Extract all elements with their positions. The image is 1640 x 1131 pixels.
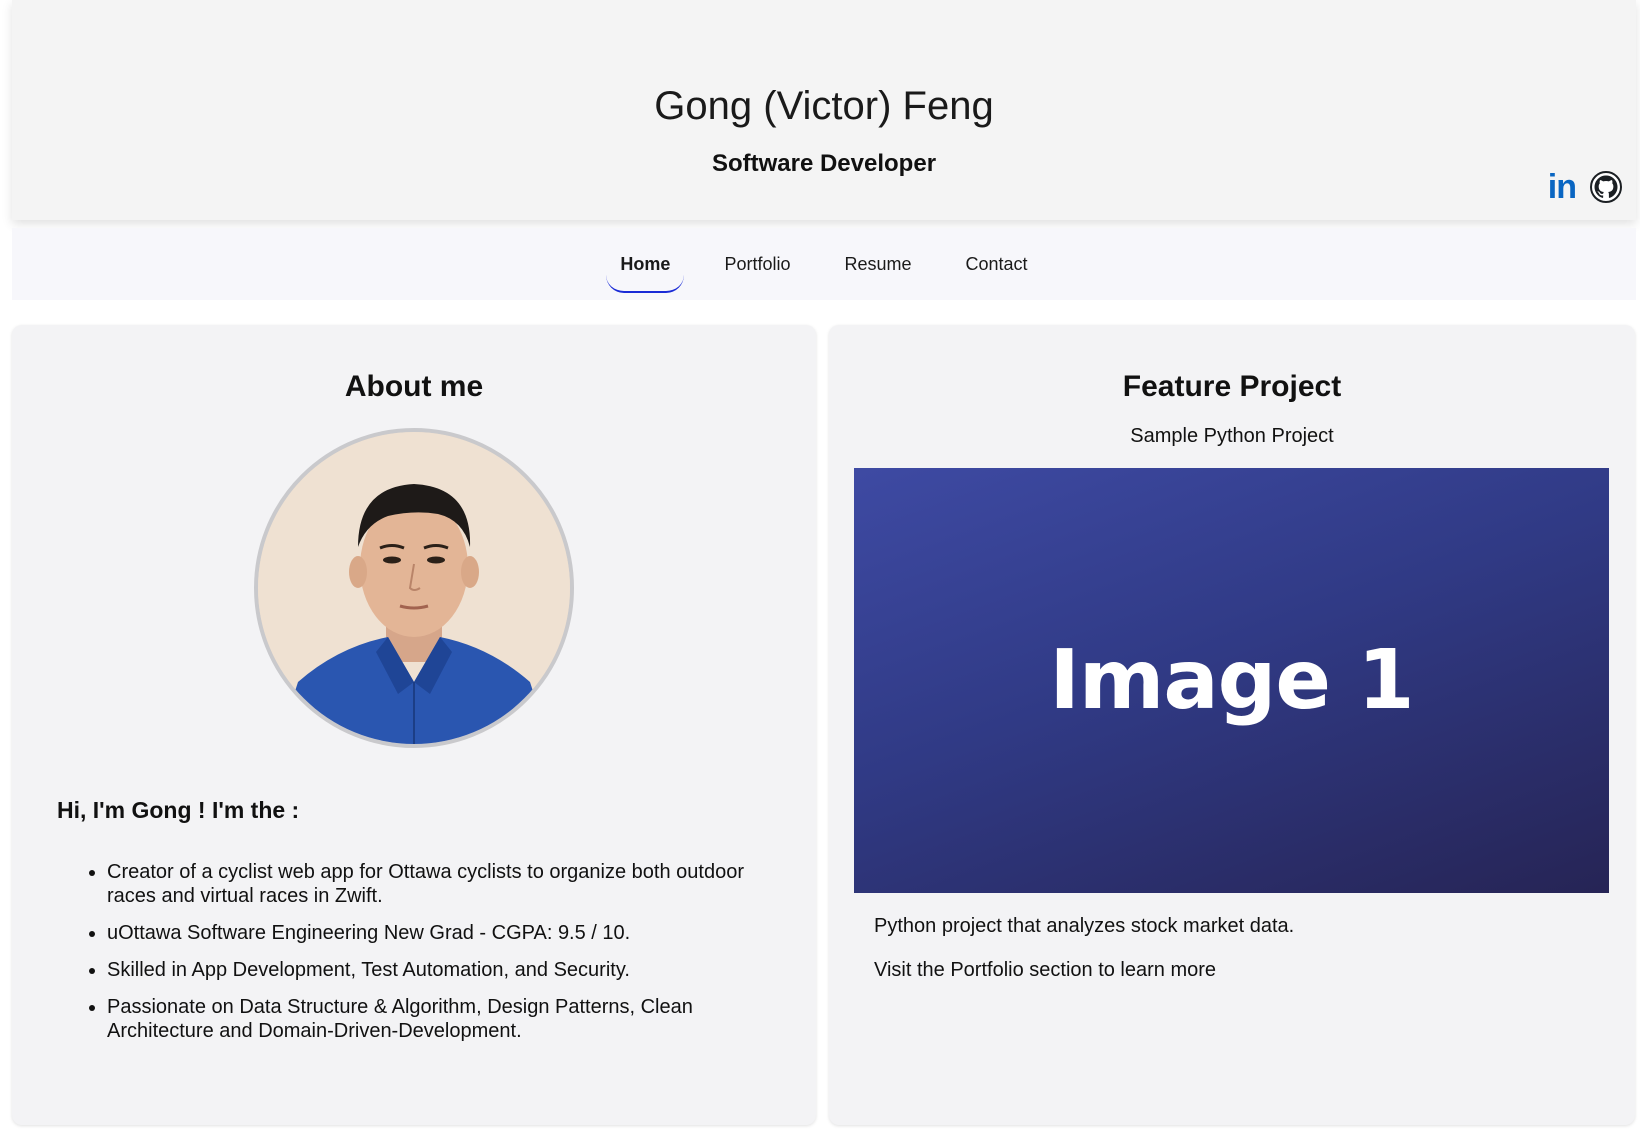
tab-portfolio[interactable]: Portfolio xyxy=(708,244,806,285)
site-owner-name: Gong (Victor) Feng xyxy=(654,84,994,128)
profile-photo xyxy=(258,432,570,744)
project-image[interactable]: Image 1 xyxy=(854,468,1609,893)
greeting-text: Hi, I'm Gong ! I'm the : xyxy=(57,797,300,823)
list-item: Skilled in App Development, Test Automat… xyxy=(107,958,777,982)
linkedin-icon[interactable]: in xyxy=(1548,170,1577,204)
feature-project-card: Feature Project Sample Python Project Im… xyxy=(829,325,1635,1125)
portfolio-hint: Visit the Portfolio section to learn mor… xyxy=(874,959,1217,981)
project-description: Python project that analyzes stock marke… xyxy=(874,915,1295,937)
tab-home[interactable]: Home xyxy=(604,244,686,293)
avatar xyxy=(254,428,574,748)
list-item: Passionate on Data Structure & Algorithm… xyxy=(107,995,777,1043)
feature-subtitle: Sample Python Project xyxy=(1130,425,1334,447)
site-header: Gong (Victor) Feng Software Developer in xyxy=(12,0,1636,220)
tab-resume[interactable]: Resume xyxy=(828,244,927,285)
social-links: in xyxy=(1548,170,1622,204)
about-title: About me xyxy=(344,370,484,403)
list-item: Creator of a cyclist web app for Ottawa … xyxy=(107,860,777,908)
project-image-label: Image 1 xyxy=(1049,633,1414,728)
github-icon[interactable] xyxy=(1590,171,1622,203)
list-item: uOttawa Software Engineering New Grad - … xyxy=(107,921,777,945)
about-bullet-list: Creator of a cyclist web app for Ottawa … xyxy=(57,860,777,1056)
tab-contact[interactable]: Contact xyxy=(950,244,1044,285)
about-card: About me Hi, I'm Gong ! I'm the: • Crea… xyxy=(12,325,816,1125)
main-nav: Home Portfolio Resume Contact xyxy=(12,228,1636,300)
feature-title: Feature Project xyxy=(1122,370,1342,403)
site-owner-role: Software Developer xyxy=(711,150,937,177)
